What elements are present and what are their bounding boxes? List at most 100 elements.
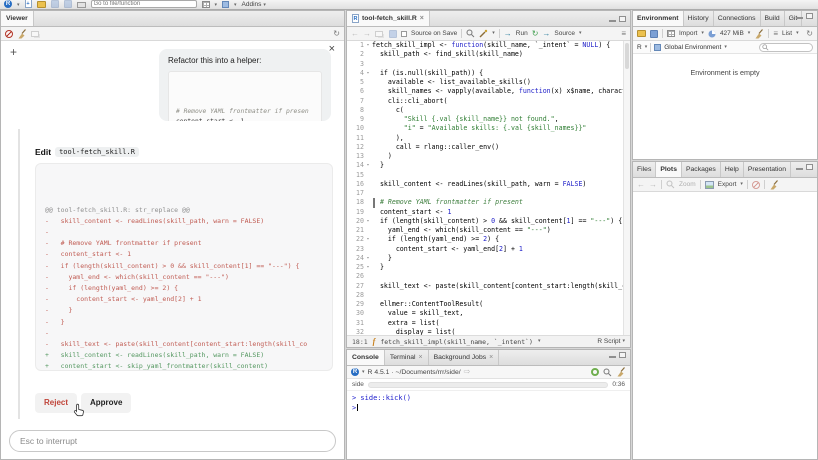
editor-scrollbar[interactable] [623,41,630,335]
source-on-save-checkbox[interactable] [401,30,407,37]
memory-pie-icon[interactable] [708,30,716,38]
minimize-icon[interactable] [609,19,616,22]
list-view-label[interactable]: List [782,30,792,37]
environment-tab[interactable]: Environment [633,11,684,26]
maximize-icon[interactable] [806,164,813,170]
close-tab-icon[interactable]: × [419,354,423,361]
source-icon[interactable]: → [542,29,550,38]
zoom-icon[interactable] [666,180,675,189]
fold-icon[interactable] [364,208,372,217]
plots-tab[interactable]: Presentation [744,162,791,177]
goto-file-input[interactable] [90,0,197,8]
source-label[interactable]: Source [554,30,575,37]
search-icon[interactable] [466,29,475,38]
export-label[interactable]: Export [718,181,737,188]
plots-tab[interactable]: Plots [656,162,682,177]
console-tab[interactable]: Background Jobs × [429,350,500,365]
fold-icon[interactable]: ▾ [364,254,372,263]
tab-viewer[interactable]: Viewer [1,11,34,26]
popout-icon[interactable] [31,30,39,37]
environment-tab[interactable]: Build [761,11,785,26]
fold-icon[interactable] [364,226,372,235]
reject-button[interactable]: Reject [35,393,78,413]
fold-icon[interactable] [364,143,372,152]
fold-icon[interactable] [364,272,372,281]
go-to-dir-icon[interactable]: ⇨ [464,368,471,376]
remove-plot-icon[interactable] [751,180,760,189]
minimize-icon[interactable] [796,17,803,19]
fold-icon[interactable]: ▾ [364,69,372,78]
plots-tab[interactable]: Help [721,162,744,177]
import-dataset-icon[interactable] [667,30,675,37]
fold-icon[interactable]: ▾ [364,263,372,272]
plots-tab[interactable]: Packages [682,162,721,177]
fold-icon[interactable] [364,189,372,198]
maximize-icon[interactable] [619,15,626,22]
back-icon[interactable]: ← [351,29,359,38]
workspace-icon[interactable] [201,1,210,8]
fold-icon[interactable] [364,319,372,328]
back-icon[interactable]: ← [637,180,645,189]
save-workspace-icon[interactable] [650,29,658,38]
chevron-down-icon[interactable]: ▾ [362,369,365,375]
chat-input[interactable] [9,430,336,452]
stop-icon[interactable] [5,29,13,38]
memory-usage-label[interactable]: 427 MiB [720,30,744,37]
function-context[interactable]: fetch_skill_impl(skill_name, `_intent`) [380,338,533,346]
fold-icon[interactable]: ▾ [364,41,372,50]
forward-icon[interactable]: → [363,29,371,38]
fold-icon[interactable] [364,309,372,318]
export-plot-icon[interactable] [704,180,714,189]
rerun-icon[interactable]: ↻ [532,29,539,38]
fold-icon[interactable] [364,180,372,189]
broom-icon[interactable] [616,367,626,377]
fold-icon[interactable] [364,282,372,291]
fold-icon[interactable] [364,124,372,133]
console-tab[interactable]: Console [347,350,385,365]
panes-icon[interactable] [222,1,230,8]
doc-type[interactable]: R Script [597,338,620,345]
plots-tab[interactable]: Files [633,162,657,177]
fold-icon[interactable] [364,300,372,309]
forward-icon[interactable]: → [649,180,657,189]
fold-icon[interactable] [364,115,372,124]
new-chat-button[interactable]: + [10,45,17,59]
maximize-icon[interactable] [619,352,626,358]
refresh-icon[interactable]: ↻ [333,29,340,38]
close-tab-icon[interactable]: × [489,354,493,361]
code-editor[interactable]: 1 ▾ fetch_skill_impl <- function(skill_n… [347,41,623,335]
broom-icon[interactable] [769,179,779,190]
new-file-icon[interactable]: + [24,0,32,8]
search-icon[interactable] [603,368,612,377]
addins-menu[interactable]: Addins ▾ [242,1,266,8]
import-label[interactable]: Import [679,30,697,37]
fold-icon[interactable] [364,328,372,335]
zoom-label[interactable]: Zoom [679,181,696,188]
approve-button[interactable]: Approve [81,393,132,413]
language-selector[interactable]: R [637,44,642,51]
console-tab[interactable]: Terminal × [385,350,429,365]
magic-wand-icon[interactable] [479,29,488,38]
save-icon[interactable] [389,29,397,38]
fold-icon[interactable] [364,87,372,96]
minimize-icon[interactable] [796,168,803,170]
document-outline-icon[interactable]: ≡ [621,29,626,38]
fold-icon[interactable]: ▾ [364,217,372,226]
popout-icon[interactable] [375,30,383,37]
suspend-icon[interactable] [591,368,599,376]
maximize-icon[interactable] [806,13,813,19]
minimize-icon[interactable] [609,356,616,358]
environment-search-input[interactable] [759,42,813,52]
r-project-icon[interactable]: R [4,0,12,8]
environment-tab[interactable]: History [684,11,714,26]
scrollbar-thumb[interactable] [625,43,629,69]
load-workspace-icon[interactable] [637,30,646,37]
fold-icon[interactable] [364,152,372,161]
fold-icon[interactable] [364,134,372,143]
open-file-icon[interactable] [36,1,46,8]
fold-icon[interactable] [364,198,372,207]
refresh-icon[interactable]: ↻ [806,29,813,38]
close-tab-icon[interactable]: × [420,15,424,22]
tab-tool-fetch-skill[interactable]: R tool-fetch_skill.R × [347,11,430,26]
environment-tab[interactable]: Connections [714,11,761,26]
